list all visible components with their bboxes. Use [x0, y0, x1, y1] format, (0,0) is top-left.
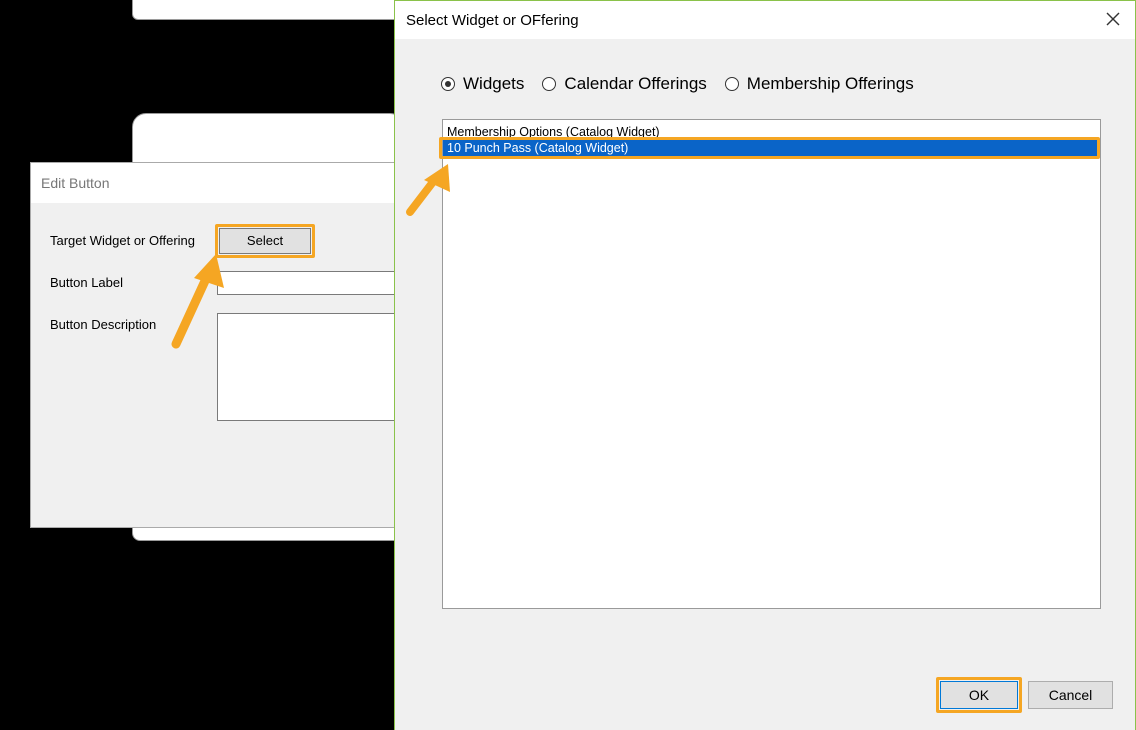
- ok-button[interactable]: OK: [940, 681, 1018, 709]
- radio-unchecked-icon: [542, 77, 557, 91]
- title-bar: Select Widget or OFfering: [395, 1, 1135, 39]
- button-description-label: Button Description: [50, 317, 157, 332]
- radio-label: Membership Offerings: [746, 74, 914, 93]
- select-widget-dialog: Select Widget or OFfering Widgets Calend…: [394, 0, 1136, 730]
- radio-widgets[interactable]: Widgets: [441, 74, 524, 94]
- cancel-button[interactable]: Cancel: [1028, 681, 1113, 709]
- selected-item-highlight: [439, 137, 1100, 159]
- widget-listbox[interactable]: Membership Options (Catalog Widget) 10 P…: [442, 119, 1101, 609]
- arrow-pointer-icon: [406, 164, 450, 216]
- close-icon[interactable]: [1103, 9, 1123, 29]
- button-description-input[interactable]: [217, 313, 417, 421]
- select-button[interactable]: Select: [219, 228, 311, 254]
- background-panel: [132, 0, 404, 20]
- radio-label: Calendar Offerings: [564, 74, 707, 93]
- dialog-title: Edit Button: [31, 163, 401, 203]
- radio-unchecked-icon: [724, 77, 739, 91]
- target-widget-label: Target Widget or Offering: [50, 233, 195, 248]
- radio-calendar-offerings[interactable]: Calendar Offerings: [542, 74, 707, 94]
- radio-label: Widgets: [463, 74, 525, 93]
- offering-type-radio-group: Widgets Calendar Offerings Membership Of…: [441, 74, 932, 94]
- button-label-input[interactable]: [217, 271, 417, 295]
- radio-membership-offerings[interactable]: Membership Offerings: [724, 74, 914, 94]
- radio-checked-icon: [441, 77, 455, 91]
- arrow-pointer-icon: [171, 254, 224, 349]
- button-label-label: Button Label: [50, 275, 124, 290]
- dialog-title: Select Widget or OFfering: [406, 12, 579, 29]
